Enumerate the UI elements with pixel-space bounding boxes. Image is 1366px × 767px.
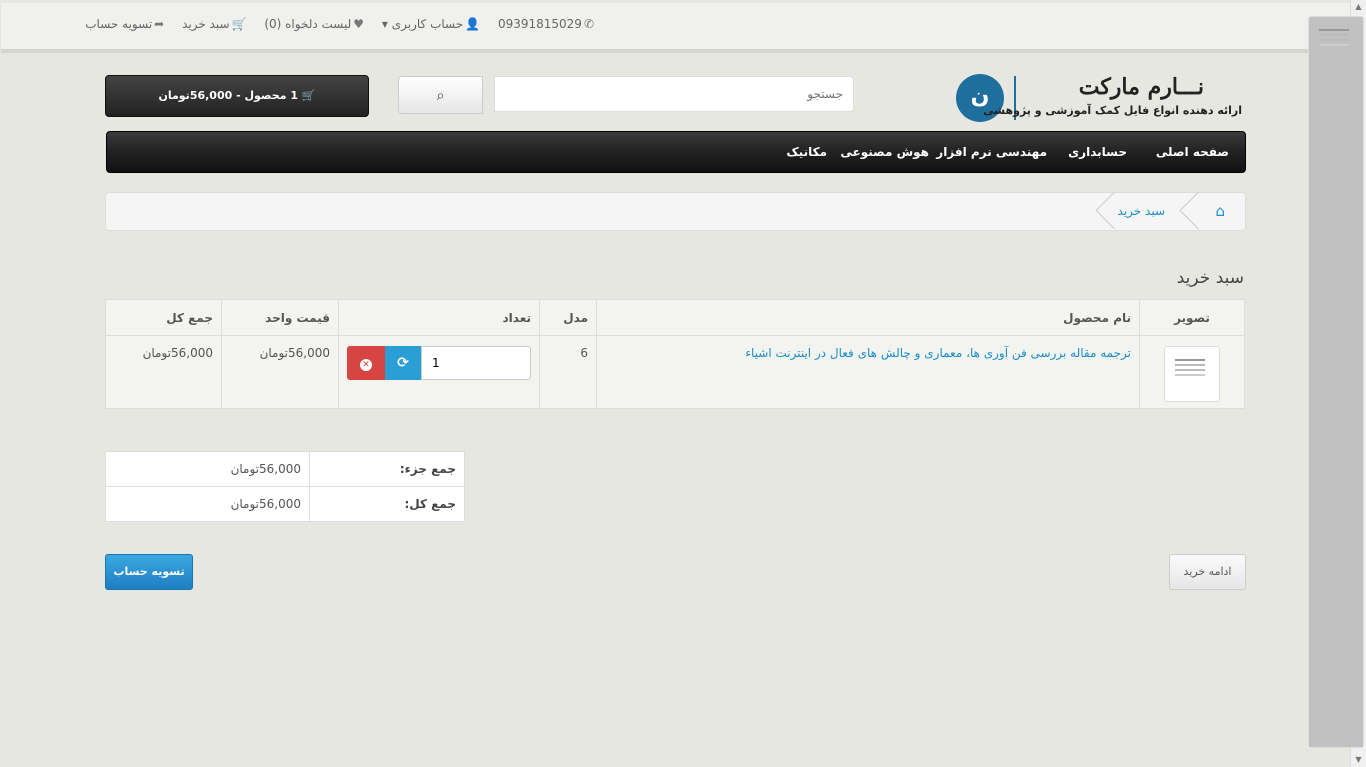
account-dropdown[interactable]: 👤حساب کاربری ▾ <box>382 17 480 31</box>
top-bar: ✆09391815029 👤حساب کاربری ▾ ♥لیست دلخواه… <box>1 3 1350 53</box>
search-input[interactable] <box>494 76 854 112</box>
col-quantity: تعداد <box>338 299 540 336</box>
wishlist-label: لیست دلخواه (0) <box>264 17 352 31</box>
page-title: سبد خرید <box>1176 268 1244 288</box>
account-label: حساب کاربری <box>391 17 464 31</box>
heart-icon: ♥ <box>353 17 365 31</box>
table-header-row: تصویر نام محصول مدل تعداد قیمت واحد جمع … <box>105 299 1245 336</box>
user-icon: 👤 <box>465 17 481 31</box>
checkout-button[interactable]: تسویه حساب <box>105 554 193 590</box>
col-model: مدل <box>539 299 597 336</box>
wishlist-link[interactable]: ♥لیست دلخواه (0) <box>264 17 364 31</box>
menu-item-accounting[interactable]: حسابداری <box>1068 132 1127 172</box>
unit-price: 56,000تومان <box>221 335 339 409</box>
cart-table: تصویر نام محصول مدل تعداد قیمت واحد جمع … <box>105 299 1245 409</box>
search-button[interactable]: ⌕ <box>398 76 483 114</box>
continue-shopping-button[interactable]: ادامه خرید <box>1169 554 1246 590</box>
cart-summary-label: 1 محصول - 56,000تومان <box>158 89 298 102</box>
share-icon: ➦ <box>154 17 165 31</box>
cart-link[interactable]: 🛒سبد خرید <box>182 17 246 31</box>
scroll-down-icon[interactable]: ▼ <box>1351 753 1366 767</box>
vertical-scrollbar[interactable]: ▲ ▼ <box>1308 0 1366 767</box>
cart-icon: 🛒 <box>231 17 247 31</box>
col-unit-price: قیمت واحد <box>221 299 339 336</box>
table-row: ترجمه مقاله بررسی فن آوری ها، معماری و چ… <box>105 335 1245 409</box>
phone-link[interactable]: ✆09391815029 <box>498 17 594 31</box>
cart-icon: 🛒 <box>301 89 316 102</box>
logo-tagline: ارائه دهنده انواع فایل کمک آموزشی و پژوه… <box>983 104 1242 117</box>
checkout-link[interactable]: ➦تسویه حساب <box>85 17 164 31</box>
scroll-thumb[interactable] <box>1308 16 1364 748</box>
menu-item-mechanics[interactable]: مکانیک <box>786 132 827 172</box>
row-total: 56,000تومان <box>105 335 222 409</box>
breadcrumb-cart[interactable]: سبد خرید <box>1118 204 1165 218</box>
breadcrumb-separator <box>1175 192 1201 229</box>
totals-table: جمع جزء: 56,000تومان جمع کل: 56,000تومان <box>105 451 465 522</box>
update-button[interactable]: ⟳ <box>385 346 421 380</box>
phone-number: 09391815029 <box>497 17 582 31</box>
caret-down-icon: ▾ <box>381 17 388 31</box>
col-total: جمع کل <box>105 299 222 336</box>
subtotal-row: جمع جزء: 56,000تومان <box>105 451 465 487</box>
logo-title: نـــارم مارکت <box>1078 74 1204 100</box>
quantity-cell: ⟳ ✕ <box>338 335 540 409</box>
quantity-group: ⟳ ✕ <box>347 346 531 380</box>
menu-item-home[interactable]: صفحه اصلی <box>1156 132 1229 172</box>
search-bar: ⌕ <box>398 76 854 114</box>
menu-item-software-engineering[interactable]: مهندسی نرم افزار <box>936 132 1047 172</box>
close-icon: ✕ <box>360 359 372 371</box>
col-image: تصویر <box>1139 299 1245 336</box>
breadcrumb: ⌂ سبد خرید <box>105 192 1246 231</box>
product-model: 6 <box>539 335 597 409</box>
col-name: نام محصول <box>596 299 1140 336</box>
site-logo[interactable]: ن نـــارم مارکت ارائه دهنده انواع فایل ک… <box>952 72 1244 124</box>
product-thumbnail[interactable] <box>1164 346 1220 402</box>
product-image-cell <box>1139 335 1245 409</box>
phone-icon: ✆ <box>583 17 594 31</box>
total-row: جمع کل: 56,000تومان <box>105 486 465 522</box>
cart-label: سبد خرید <box>182 17 230 31</box>
quantity-input[interactable] <box>421 346 531 380</box>
product-link[interactable]: ترجمه مقاله بررسی فن آوری ها، معماری و چ… <box>745 346 1131 360</box>
breadcrumb-separator <box>1091 192 1117 229</box>
top-links: ✆09391815029 👤حساب کاربری ▾ ♥لیست دلخواه… <box>71 17 594 31</box>
subtotal-label: جمع جزء: <box>309 451 465 487</box>
remove-button[interactable]: ✕ <box>347 346 385 380</box>
search-icon: ⌕ <box>436 86 445 103</box>
total-label: جمع کل: <box>309 486 465 522</box>
scroll-up-icon[interactable]: ▲ <box>1351 0 1366 14</box>
refresh-icon: ⟳ <box>397 355 409 371</box>
main-menu: صفحه اصلی حسابداری مهندسی نرم افزار هوش … <box>106 131 1246 173</box>
home-icon[interactable]: ⌂ <box>1215 202 1225 220</box>
total-value: 56,000تومان <box>105 486 310 522</box>
product-name-cell: ترجمه مقاله بررسی فن آوری ها، معماری و چ… <box>596 335 1140 409</box>
subtotal-value: 56,000تومان <box>105 451 310 487</box>
checkout-label: تسویه حساب <box>85 17 153 31</box>
menu-item-ai[interactable]: هوش مصنوعی <box>840 132 929 172</box>
cart-summary-button[interactable]: 🛒 1 محصول - 56,000تومان <box>105 75 369 117</box>
